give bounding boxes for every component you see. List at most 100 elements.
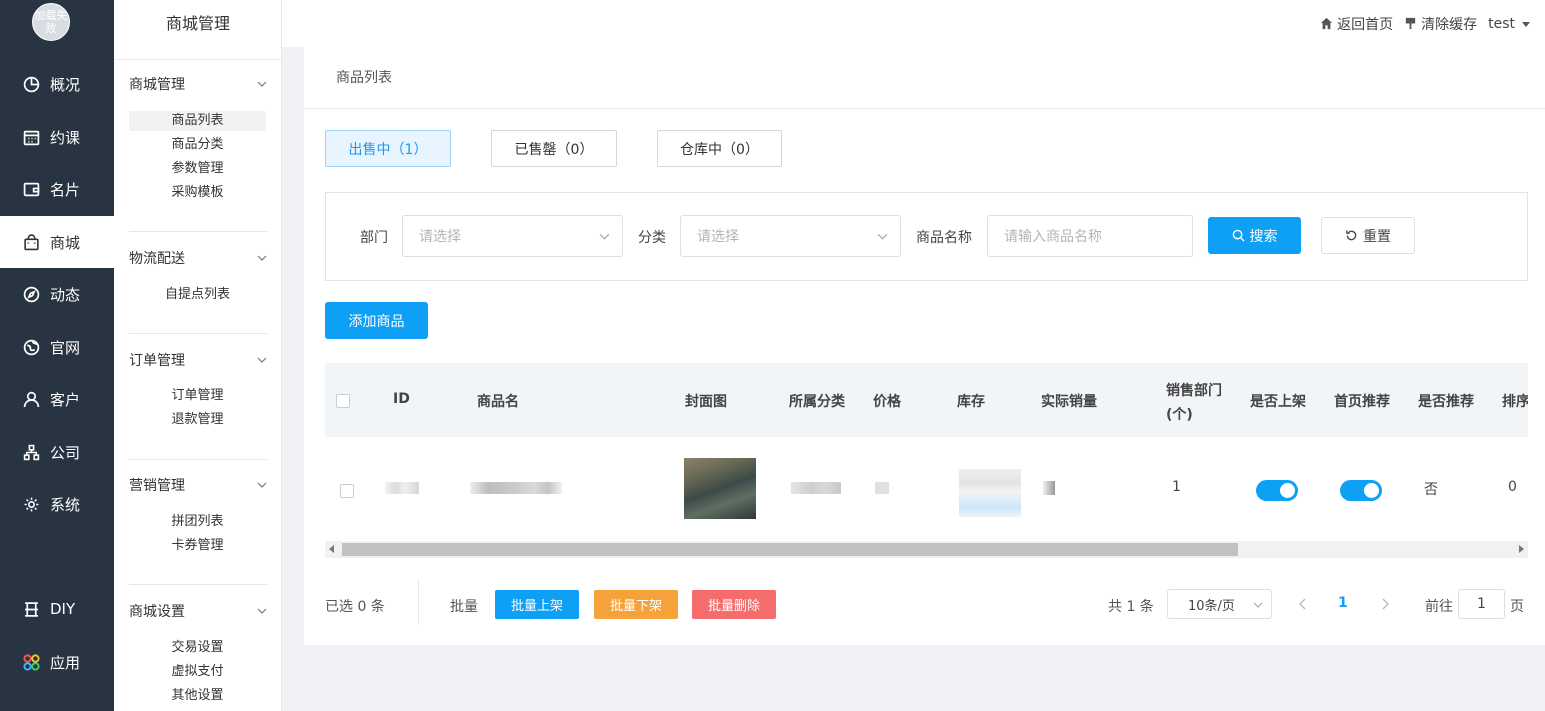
sub-item-purchase-template[interactable]: 采购模板 [129, 183, 266, 203]
sub-menu-title: 商城管理 [165, 14, 230, 33]
chevron-down-icon [257, 81, 267, 87]
nav-item-feed[interactable]: 动态 [0, 268, 114, 320]
goto-label: 前往 [1425, 599, 1453, 615]
select-all-checkbox[interactable] [336, 394, 350, 408]
sub-item-pickup-list[interactable]: 自提点列表 [129, 285, 266, 305]
group-mall-manage[interactable]: 商城管理 [129, 74, 267, 94]
group-logistics[interactable]: 物流配送 [129, 248, 267, 268]
prev-page-icon[interactable] [1296, 597, 1310, 611]
blurred-stock [959, 469, 1021, 517]
batch-delete-button[interactable]: 批量删除 [692, 590, 776, 619]
nav-label: 动态 [50, 285, 81, 304]
clear-cache-label: 清除缓存 [1421, 16, 1478, 33]
horizontal-scrollbar[interactable] [325, 541, 1528, 558]
sub-item-other-settings[interactable]: 其他设置 [129, 686, 266, 706]
page-number[interactable]: 1 [1338, 595, 1348, 611]
nav-item-apps[interactable]: 应用 [0, 636, 114, 688]
col-category: 所属分类 [789, 394, 845, 410]
scroll-right-arrow-icon[interactable] [1519, 545, 1524, 553]
search-icon [1232, 229, 1245, 242]
logo[interactable]: 加载失败 [32, 3, 70, 41]
nav-item-card[interactable]: 名片 [0, 163, 114, 215]
group-marketing[interactable]: 营销管理 [129, 475, 267, 495]
compass-icon [22, 285, 40, 303]
row-checkbox[interactable] [340, 484, 354, 498]
scrollbar-thumb[interactable] [342, 543, 1238, 556]
top-actions: 返回首页 清除缓存 test [1320, 0, 1531, 47]
divider [129, 584, 267, 585]
home-recommend-toggle[interactable] [1340, 480, 1382, 501]
nav-item-company[interactable]: 公司 [0, 426, 114, 478]
nav-item-overview[interactable]: 概况 [0, 58, 114, 110]
sub-item-product-category[interactable]: 商品分类 [129, 135, 266, 155]
group-mall-settings[interactable]: 商城设置 [129, 601, 267, 621]
chevron-down-icon [257, 357, 267, 363]
home-label: 返回首页 [1337, 16, 1394, 33]
user-menu[interactable]: test [1488, 16, 1531, 32]
total-count: 共 1 条 [1108, 599, 1154, 615]
sub-item-params[interactable]: 参数管理 [129, 159, 266, 179]
category-label: 分类 [638, 230, 666, 246]
nav-item-customer[interactable]: 客户 [0, 373, 114, 425]
batch-off-shelf-button[interactable]: 批量下架 [594, 590, 678, 619]
search-button[interactable]: 搜索 [1208, 217, 1301, 254]
sub-item-order-manage[interactable]: 订单管理 [129, 386, 266, 406]
sub-menu: 商城管理 商城管理 商品列表 商品分类 参数管理 采购模板 物流配送 自提点列表… [114, 0, 282, 711]
batch-on-shelf-button[interactable]: 批量上架 [495, 590, 579, 619]
reset-button[interactable]: 重置 [1321, 217, 1415, 254]
sub-item-virtual-pay[interactable]: 虚拟支付 [129, 662, 266, 682]
nav-item-diy[interactable]: DIY [0, 583, 114, 635]
col-name: 商品名 [477, 394, 519, 410]
name-input[interactable]: 请输入商品名称 [987, 215, 1193, 257]
tab-in-warehouse[interactable]: 仓库中（0） [657, 130, 782, 167]
sub-item-refund-manage[interactable]: 退款管理 [129, 410, 266, 430]
nav-label: DIY [50, 600, 76, 618]
nav-item-website[interactable]: 官网 [0, 321, 114, 373]
col-home-recommend: 首页推荐 [1334, 394, 1390, 410]
nav-item-mall[interactable]: 商城 [0, 216, 114, 268]
cover-image-thumbnail[interactable] [684, 458, 756, 519]
add-product-button[interactable]: 添加商品 [325, 302, 428, 339]
goto-page-input[interactable]: 1 [1458, 589, 1505, 619]
clear-cache-link[interactable]: 清除缓存 [1404, 14, 1477, 34]
sub-item-group-buy[interactable]: 拼团列表 [129, 512, 266, 532]
tab-sold-out[interactable]: 已售罄（0） [491, 130, 617, 167]
next-page-icon[interactable] [1378, 597, 1392, 611]
scroll-left-arrow-icon[interactable] [329, 545, 334, 553]
category-select[interactable]: 请选择 [680, 215, 901, 257]
sub-item-product-list[interactable]: 商品列表 [129, 111, 266, 131]
nav-label: 概况 [50, 75, 81, 94]
breadcrumb: 商品列表 [336, 70, 392, 86]
nav-item-booking[interactable]: 约课 [0, 111, 114, 163]
sub-item-coupons[interactable]: 卡券管理 [129, 536, 266, 556]
table-row[interactable]: 1 否 0 [325, 437, 1528, 541]
nav-item-system[interactable]: 系统 [0, 478, 114, 530]
chevron-down-icon [257, 255, 267, 261]
group-orders[interactable]: 订单管理 [129, 350, 267, 370]
col-stock: 库存 [957, 394, 985, 410]
search-label: 搜索 [1249, 228, 1278, 245]
home-icon [1321, 17, 1333, 30]
group-label: 订单管理 [129, 353, 185, 369]
caret-down-icon [1522, 21, 1530, 27]
home-link[interactable]: 返回首页 [1320, 14, 1393, 34]
page-size-value: 10条/页 [1188, 598, 1235, 614]
shopping-bag-icon [22, 233, 40, 251]
blurred-id [385, 482, 419, 494]
username: test [1488, 15, 1515, 32]
col-actual-sales: 实际销量 [1041, 394, 1097, 410]
dept-select[interactable]: 请选择 [402, 215, 623, 257]
sales-dept-count: 1 [1172, 479, 1181, 495]
sub-item-trade-settings[interactable]: 交易设置 [129, 638, 266, 658]
tab-on-sale[interactable]: 出售中（1） [325, 130, 451, 167]
blurred-category [791, 482, 841, 494]
main-panel: 商品列表 出售中（1） 已售罄（0） 仓库中（0） 部门 请选择 分类 请选择 … [304, 47, 1545, 645]
nav-label: 客户 [50, 390, 81, 409]
globe-icon [22, 338, 40, 356]
col-cover: 封面图 [685, 394, 727, 410]
page-size-select[interactable]: 10条/页 [1167, 589, 1272, 619]
dept-label: 部门 [360, 230, 388, 246]
main-nav: 加载失败 概况 约课 名片 商城 动态 官网 客户 公司 系统 DIY 应用 [0, 0, 114, 711]
blurred-price [875, 482, 889, 494]
on-shelf-toggle[interactable] [1256, 480, 1298, 501]
